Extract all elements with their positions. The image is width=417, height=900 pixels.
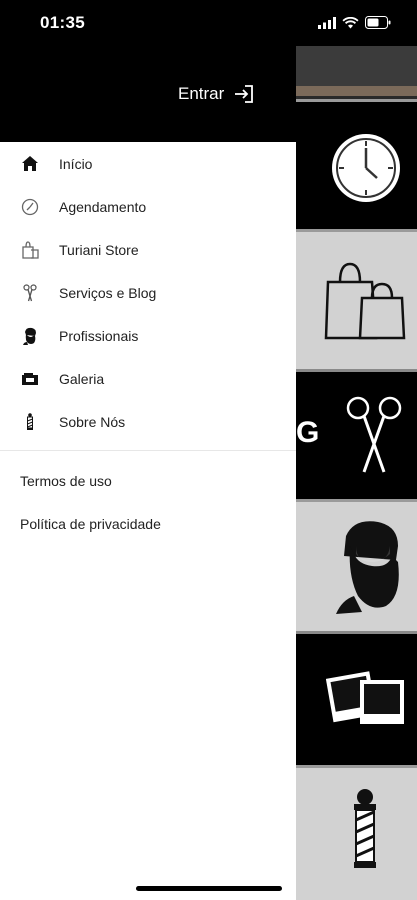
home-icon — [20, 154, 40, 174]
gallery-icon — [20, 369, 40, 389]
bearded-man-icon — [336, 521, 399, 614]
status-icons — [318, 16, 391, 29]
wifi-icon — [342, 16, 359, 28]
menu-label: Turiani Store — [59, 241, 139, 258]
privacy-link[interactable]: Política de privacidade — [20, 516, 161, 532]
bg-tile-gallery[interactable] — [296, 634, 417, 768]
menu-item-galeria[interactable]: Galeria — [0, 357, 296, 400]
menu-label: Sobre Nós — [59, 413, 126, 430]
menu-item-servicos-blog[interactable]: Serviços e Blog — [0, 271, 296, 314]
bg-tile-about[interactable] — [296, 768, 417, 900]
barber-pole-icon — [20, 412, 40, 432]
menu-item-turiani-store[interactable]: Turiani Store — [0, 228, 296, 271]
login-button[interactable]: Entrar — [178, 84, 254, 104]
texture — [296, 46, 417, 96]
menu-label: Início — [59, 155, 93, 172]
menu-item-sobre-nos[interactable]: Sobre Nós — [0, 400, 296, 443]
barber-pole-icon — [354, 789, 376, 868]
menu-item-agendamento[interactable]: Agendamento — [0, 185, 296, 228]
clock-icon — [332, 134, 400, 202]
home-indicator[interactable] — [136, 886, 282, 891]
photos-icon — [326, 671, 404, 724]
menu-label: Serviços e Blog — [59, 284, 157, 301]
shopping-bags-icon — [324, 262, 406, 340]
terms-link[interactable]: Termos de uso — [20, 473, 112, 489]
store-icon — [20, 240, 40, 260]
bg-text-fragment: G — [296, 416, 320, 449]
barber-icon — [20, 326, 40, 346]
bg-tile-store[interactable] — [296, 232, 417, 372]
menu-label: Profissionais — [59, 327, 139, 344]
bg-tile-services[interactable]: G — [296, 372, 417, 502]
menu-label: Galeria — [59, 370, 105, 387]
background-app: G — [296, 0, 417, 900]
bg-tile-schedule[interactable] — [296, 102, 417, 232]
bg-header-image — [296, 46, 417, 102]
clock-icon — [20, 197, 40, 217]
login-label: Entrar — [178, 84, 225, 103]
drawer-divider — [0, 450, 296, 451]
menu-label: Agendamento — [59, 198, 147, 215]
navigation-drawer: Entrar Início Agendamento Turiani Store … — [0, 0, 296, 900]
drawer-menu: Início Agendamento Turiani Store Serviço… — [0, 142, 296, 443]
status-bar: 01:35 — [0, 0, 417, 46]
scissors-icon — [346, 396, 402, 473]
menu-item-profissionais[interactable]: Profissionais — [0, 314, 296, 357]
signal-icon — [318, 16, 336, 29]
scissors-icon — [20, 283, 40, 303]
login-icon — [235, 85, 254, 103]
battery-icon — [365, 16, 391, 29]
status-time: 01:35 — [40, 13, 85, 32]
bg-tile-professionals[interactable] — [296, 502, 417, 634]
menu-item-inicio[interactable]: Início — [0, 142, 296, 185]
